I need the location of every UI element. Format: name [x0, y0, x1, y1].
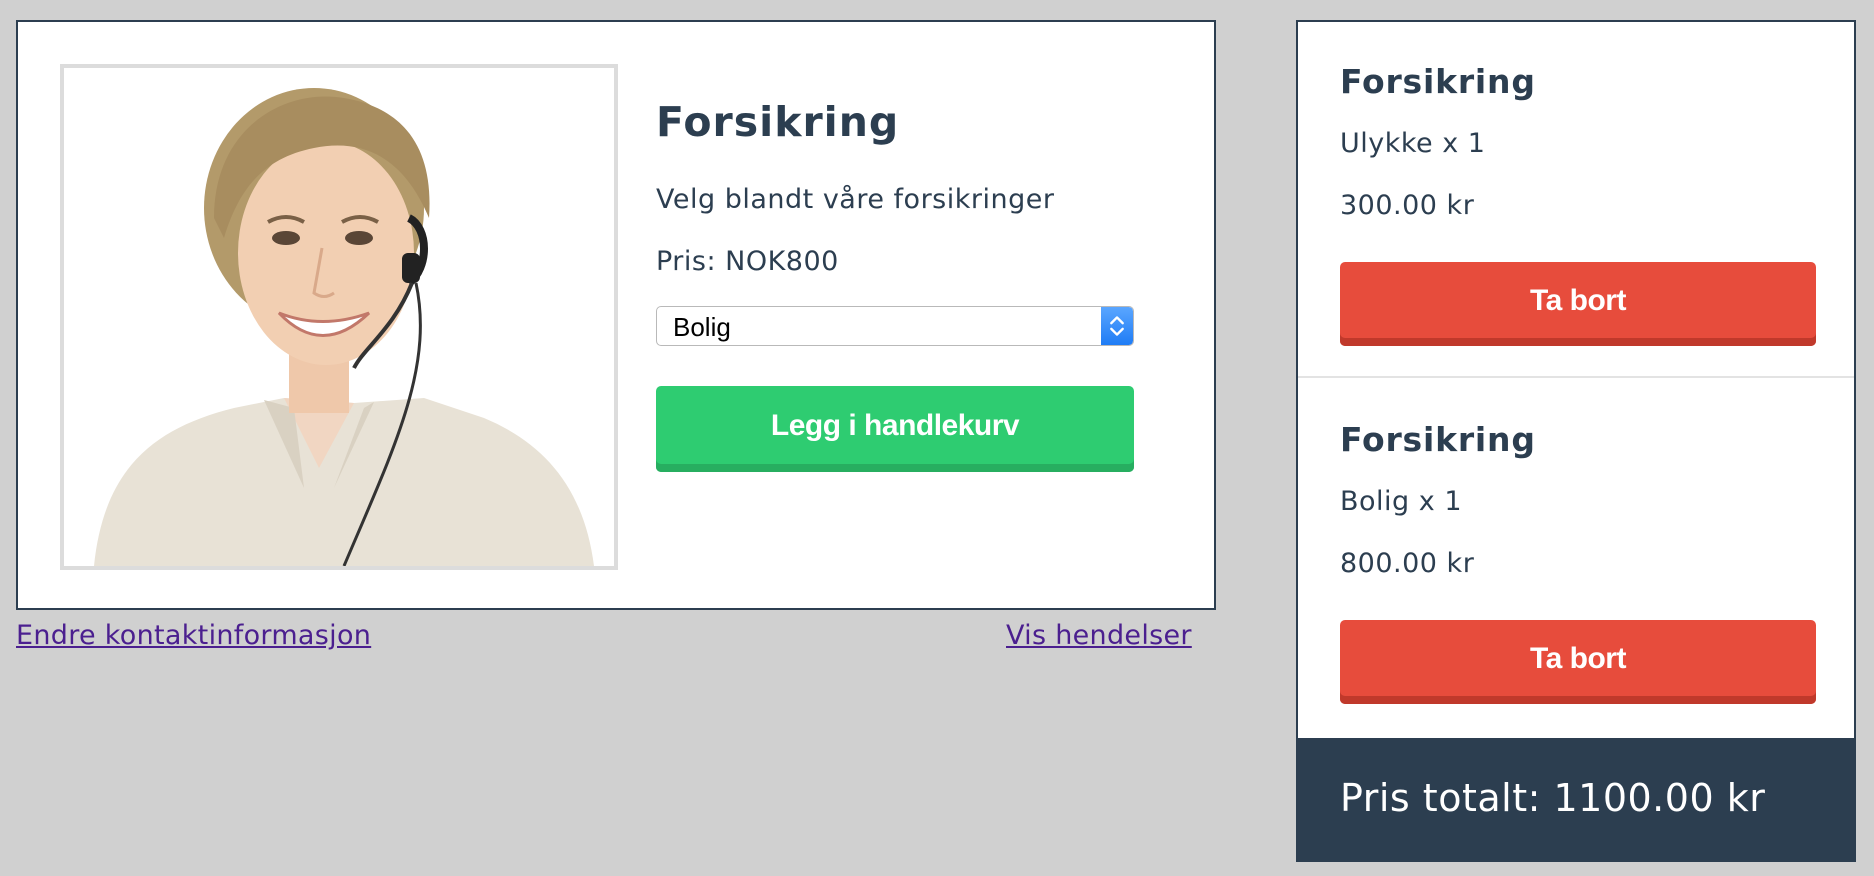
- cart-item-price: 800.00 kr: [1340, 548, 1475, 579]
- edit-contact-link[interactable]: Endre kontaktinformasjon: [16, 620, 371, 651]
- shopping-cart: Forsikring Ulykke x 1 300.00 kr Ta bort …: [1296, 20, 1856, 862]
- cart-item: Forsikring Bolig x 1 800.00 kr Ta bort: [1298, 380, 1854, 736]
- cart-item-title: Forsikring: [1340, 420, 1536, 459]
- support-agent-photo: [64, 68, 614, 566]
- show-events-link[interactable]: Vis hendelser: [1006, 620, 1192, 651]
- remove-button[interactable]: Ta bort: [1340, 620, 1816, 704]
- product-card: Forsikring Velg blandt våre forsikringer…: [16, 20, 1216, 610]
- cart-total: Pris totalt: 1100.00 kr: [1340, 776, 1766, 820]
- cart-item-price: 300.00 kr: [1340, 190, 1475, 221]
- cart-total-bar: Pris totalt: 1100.00 kr: [1298, 738, 1854, 860]
- remove-button[interactable]: Ta bort: [1340, 262, 1816, 346]
- product-price: Pris: NOK800: [656, 246, 839, 277]
- select-value: Bolig: [673, 312, 731, 342]
- product-title: Forsikring: [656, 98, 900, 146]
- insurance-type-select[interactable]: Bolig: [656, 306, 1134, 346]
- cart-item: Forsikring Ulykke x 1 300.00 kr Ta bort: [1298, 22, 1854, 378]
- add-to-cart-button[interactable]: Legg i handlekurv: [656, 386, 1134, 472]
- product-image: [60, 64, 618, 570]
- cart-item-quantity: Bolig x 1: [1340, 486, 1463, 517]
- chevron-up-down-icon: [1101, 307, 1133, 345]
- product-description: Velg blandt våre forsikringer: [656, 184, 1055, 215]
- cart-item-quantity: Ulykke x 1: [1340, 128, 1486, 159]
- cart-item-title: Forsikring: [1340, 62, 1536, 101]
